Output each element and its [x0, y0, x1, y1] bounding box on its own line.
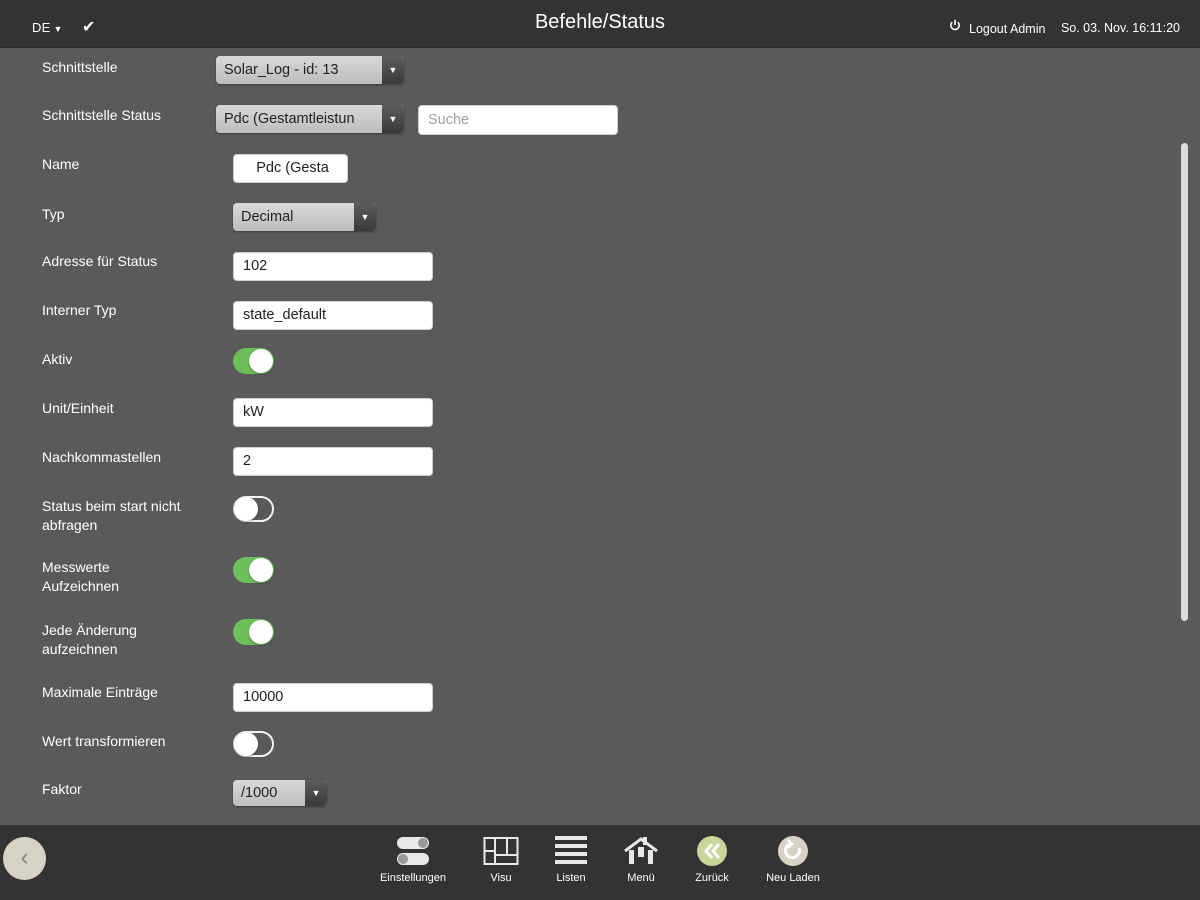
logout-button[interactable]: Logout Admin: [949, 19, 1046, 36]
einheit-input[interactable]: [233, 398, 433, 427]
toggle-knob: [234, 732, 258, 756]
reload-icon: [778, 836, 808, 866]
label-interner-typ: Interner Typ: [42, 302, 117, 318]
house-menu-icon: [624, 837, 658, 864]
label-line: aufzeichnen: [42, 641, 118, 657]
schnittstelle-status-value: Pdc (Gestamtleistun: [224, 111, 355, 127]
faktor-value: /1000: [241, 785, 278, 801]
chevron-down-icon: ▼: [382, 56, 404, 84]
nav-label: Listen: [556, 872, 586, 884]
toggle-knob: [234, 497, 258, 521]
top-bar: DE ▼ ✔ Befehle/Status Logout Admin So. 03…: [0, 0, 1200, 48]
interner-typ-input[interactable]: [233, 301, 433, 330]
chevron-down-icon: ▼: [305, 780, 327, 806]
bottom-toolbar: ‹ Einstellungen Visu Listen Menü Zurück …: [0, 825, 1200, 900]
nav-label: Einstellungen: [379, 872, 447, 884]
label-schnittstelle-status: Schnittstelle Status: [42, 107, 162, 123]
list-icon: [555, 836, 587, 864]
status-form: Schnittstelle Solar_Log - id: 13 ▼ Schni…: [0, 48, 1170, 825]
schnittstelle-status-select[interactable]: Pdc (Gestamtleistun ▼: [216, 105, 404, 133]
nav-einstellungen[interactable]: Einstellungen: [373, 835, 453, 884]
nav-listen[interactable]: Listen: [548, 835, 594, 884]
nachkommastellen-input[interactable]: [233, 447, 433, 476]
status-start-toggle[interactable]: [233, 496, 274, 522]
nav-neu-laden[interactable]: Neu Laden: [760, 835, 826, 884]
chevron-down-icon: ▼: [382, 105, 404, 133]
label-status-start: Status beim start nicht abfragen: [42, 497, 181, 535]
name-input[interactable]: [233, 154, 348, 183]
typ-select[interactable]: Decimal ▼: [233, 203, 376, 231]
wert-transformieren-toggle[interactable]: [233, 731, 274, 757]
header-right: Logout Admin So. 03. Nov. 16:11:20: [949, 19, 1180, 36]
schnittstelle-value: Solar_Log - id: 13: [224, 62, 339, 78]
label-messwerte: Messwerte Aufzeichnen: [42, 558, 119, 596]
nav-label: Neu Laden: [766, 872, 820, 884]
label-schnittstelle: Schnittstelle: [42, 59, 118, 75]
label-line: Jede Änderung: [42, 622, 137, 638]
toggle-knob: [249, 558, 273, 582]
label-adresse: Adresse für Status: [42, 253, 158, 269]
label-einheit: Unit/Einheit: [42, 400, 114, 416]
label-nachkommastellen: Nachkommastellen: [42, 449, 162, 465]
nav-label: Menü: [627, 872, 655, 884]
scrollbar[interactable]: [1181, 143, 1188, 621]
label-max-eintraege: Maximale Einträge: [42, 684, 158, 700]
max-eintraege-input[interactable]: [233, 683, 433, 712]
nav-zurueck[interactable]: Zurück: [689, 835, 735, 884]
floorplan-icon: [483, 837, 519, 865]
back-arrows-icon: [697, 836, 727, 866]
power-icon: [950, 19, 960, 31]
nav-label: Visu: [490, 872, 512, 884]
chevron-left-icon: ‹: [20, 844, 29, 871]
schnittstelle-select[interactable]: Solar_Log - id: 13 ▼: [216, 56, 404, 84]
faktor-select[interactable]: /1000 ▼: [233, 780, 327, 806]
label-wert-transformieren: Wert transformieren: [42, 733, 166, 749]
label-line: Messwerte: [42, 559, 110, 575]
label-name: Name: [42, 156, 80, 172]
search-input[interactable]: [418, 105, 618, 135]
chevron-down-icon: ▼: [354, 203, 376, 231]
aktiv-toggle[interactable]: [233, 348, 274, 374]
nav-visu[interactable]: Visu: [478, 835, 524, 884]
logout-label: Logout Admin: [969, 21, 1046, 36]
messwerte-toggle[interactable]: [233, 557, 274, 583]
nav-menue[interactable]: Menü: [618, 835, 664, 884]
label-jede-aenderung: Jede Änderung aufzeichnen: [42, 621, 137, 659]
label-line: abfragen: [42, 517, 98, 533]
back-circle-button[interactable]: ‹: [3, 837, 46, 880]
label-aktiv: Aktiv: [42, 351, 73, 367]
adresse-input[interactable]: [233, 252, 433, 281]
toggle-knob: [249, 620, 273, 644]
settings-icon: [397, 837, 429, 865]
label-faktor: Faktor: [42, 781, 82, 797]
label-line: Aufzeichnen: [42, 578, 120, 594]
label-line: Status beim start nicht: [42, 498, 181, 514]
label-typ: Typ: [42, 206, 65, 222]
typ-value: Decimal: [241, 209, 294, 225]
datetime-display: So. 03. Nov. 16:11:20: [1060, 20, 1180, 35]
toggle-knob: [249, 349, 273, 373]
nav-label: Zurück: [695, 872, 729, 884]
jede-aenderung-toggle[interactable]: [233, 619, 274, 645]
